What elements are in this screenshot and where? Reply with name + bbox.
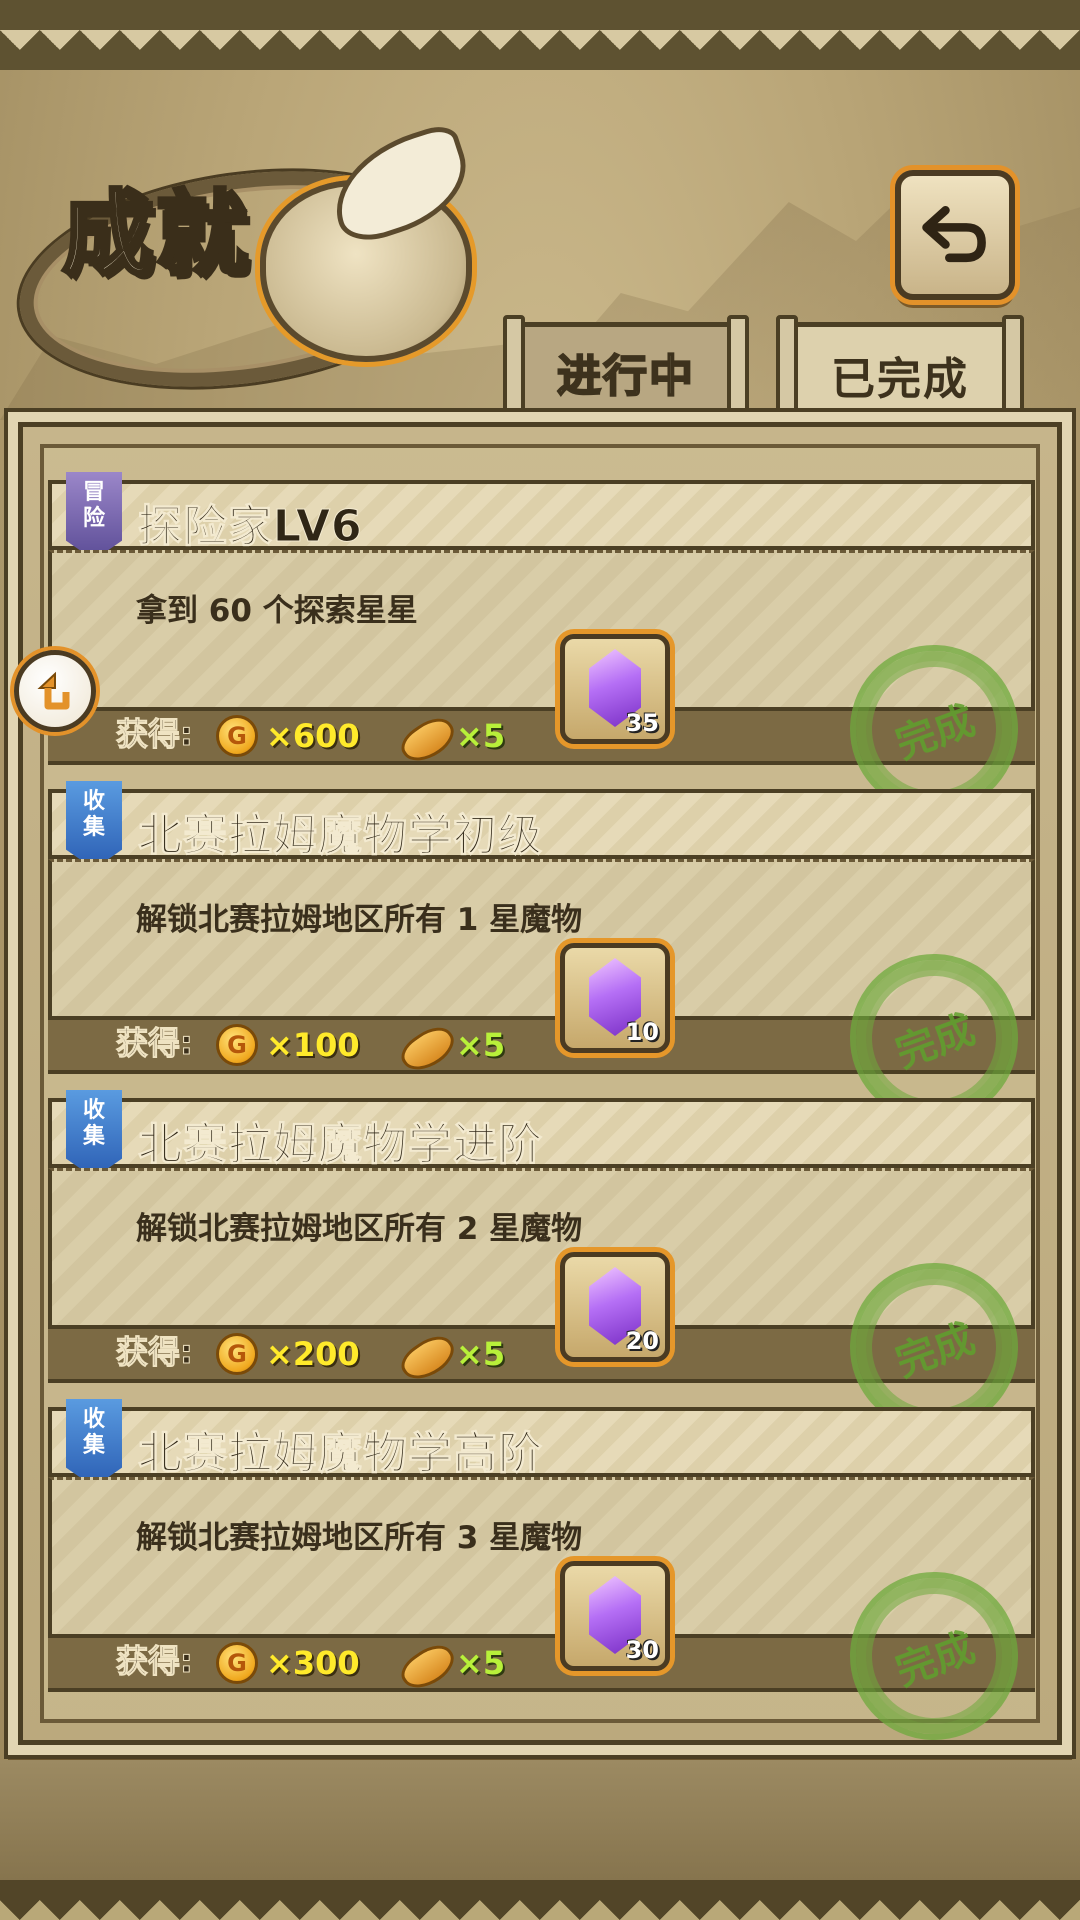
stamp-text: 完成: [889, 697, 981, 769]
coin-amount: ×600: [266, 717, 360, 755]
gem-reward[interactable]: 30: [560, 1561, 670, 1671]
category-char: 冒: [82, 480, 105, 505]
card-body: 解锁北赛拉姆地区所有 1 星魔物 获得: G ×100 ×5 完成: [48, 859, 1042, 1146]
gold-coin-icon: G: [216, 1024, 258, 1066]
category-char: 集: [82, 815, 105, 840]
card-header: 探险家LV6: [48, 480, 1035, 553]
achievement-card: 探险家LV6 冒 险 拿到 60 个探索星星 获得: G ×600 ×5 完成 …: [48, 472, 1042, 837]
reward-label: 获得:: [116, 1642, 194, 1681]
gem-count: 10: [625, 1018, 659, 1046]
bread-amount: ×5: [456, 717, 506, 755]
page-title: 成就: [60, 180, 251, 288]
gold-coin-icon: G: [216, 715, 258, 757]
tab-label: 已完成: [831, 353, 969, 405]
card-body: 拿到 60 个探索星星 获得: G ×600 ×5 完成: [48, 550, 1042, 837]
coin-amount: ×100: [266, 1026, 360, 1064]
card-body: 解锁北赛拉姆地区所有 3 星魔物 获得: G ×300 ×5 完成: [48, 1477, 1042, 1764]
achievement-description: 解锁北赛拉姆地区所有 3 星魔物: [136, 1520, 583, 1556]
gem-reward[interactable]: 10: [560, 943, 670, 1053]
achievement-title: 北赛拉姆魔物学进阶: [138, 1119, 543, 1171]
bread-icon: [395, 1328, 461, 1388]
gem-reward[interactable]: 35: [560, 634, 670, 744]
gold-coin-icon: G: [216, 1333, 258, 1375]
return-arrow-icon: [37, 671, 70, 710]
reward-label: 获得:: [116, 1024, 194, 1063]
stamp-text: 完成: [889, 1006, 981, 1078]
gold-coin-icon: G: [216, 1642, 258, 1684]
card-header: 北赛拉姆魔物学初级: [48, 789, 1035, 862]
stamp-text: 完成: [889, 1315, 981, 1387]
coin-amount: ×300: [266, 1644, 360, 1682]
achievement-title: 探险家LV6: [138, 501, 363, 553]
achievement-card: 北赛拉姆魔物学高阶 收 集 解锁北赛拉姆地区所有 3 星魔物 获得: G ×30…: [48, 1399, 1042, 1764]
bread-amount: ×5: [456, 1644, 506, 1682]
category-char: 险: [82, 506, 105, 531]
achievement-title: 北赛拉姆魔物学初级: [138, 810, 543, 862]
top-border: [0, 0, 1080, 70]
achievement-description: 拿到 60 个探索星星: [136, 593, 418, 629]
achievement-card: 北赛拉姆魔物学进阶 收 集 解锁北赛拉姆地区所有 2 星魔物 获得: G ×20…: [48, 1090, 1042, 1455]
reward-label: 获得:: [116, 1333, 194, 1372]
category-char: 集: [82, 1124, 105, 1149]
achievement-title: 北赛拉姆魔物学高阶: [138, 1428, 543, 1480]
category-char: 收: [82, 1407, 105, 1432]
bread-icon: [395, 1019, 461, 1079]
gem-count: 35: [625, 709, 659, 737]
tab-in-progress[interactable]: 进行中: [503, 315, 749, 423]
stamp-text: 完成: [889, 1624, 981, 1696]
side-return-button[interactable]: [14, 650, 96, 732]
bread-icon: [395, 1637, 461, 1697]
gem-count: 20: [625, 1327, 659, 1355]
bottom-border: [0, 1880, 1080, 1920]
gem-reward[interactable]: 20: [560, 1252, 670, 1362]
bread-amount: ×5: [456, 1335, 506, 1373]
category-char: 收: [82, 789, 105, 814]
bread-icon: [395, 710, 461, 770]
back-button[interactable]: [895, 170, 1015, 300]
tab-completed[interactable]: 已完成: [776, 315, 1024, 423]
card-header: 北赛拉姆魔物学进阶: [48, 1098, 1035, 1171]
card-body: 解锁北赛拉姆地区所有 2 星魔物 获得: G ×200 ×5 完成: [48, 1168, 1042, 1455]
gem-count: 30: [625, 1636, 659, 1664]
coin-amount: ×200: [266, 1335, 360, 1373]
bread-amount: ×5: [456, 1026, 506, 1064]
achievement-card: 北赛拉姆魔物学初级 收 集 解锁北赛拉姆地区所有 1 星魔物 获得: G ×10…: [48, 781, 1042, 1146]
category-char: 集: [82, 1433, 105, 1458]
achievement-description: 解锁北赛拉姆地区所有 1 星魔物: [136, 902, 583, 938]
tab-label: 进行中: [556, 350, 695, 403]
achievement-description: 解锁北赛拉姆地区所有 2 星魔物: [136, 1211, 583, 1247]
card-header: 北赛拉姆魔物学高阶: [48, 1407, 1035, 1480]
category-char: 收: [82, 1098, 105, 1123]
reward-label: 获得:: [116, 715, 194, 754]
return-arrow-icon: [922, 206, 986, 263]
